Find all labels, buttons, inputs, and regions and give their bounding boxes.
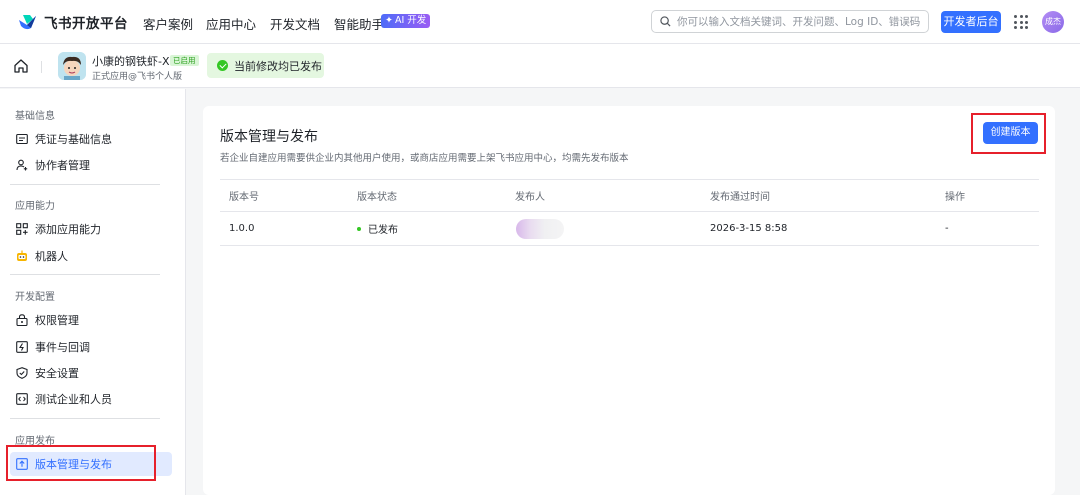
- version-table: 版本号 版本状态 发布人 发布通过时间 操作 1.0.0 已发布 2026-3-…: [220, 179, 1039, 246]
- feishu-logo[interactable]: 飞书开放平台: [18, 12, 128, 32]
- search-input[interactable]: [677, 15, 928, 28]
- event-icon: [16, 341, 28, 353]
- time-cell: 2026-3-15 8:58: [710, 223, 788, 234]
- page-title: 版本管理与发布: [220, 129, 318, 145]
- sidebar-item-label: 版本管理与发布: [35, 458, 112, 471]
- user-add-icon: [16, 159, 28, 171]
- table-header: 版本号 版本状态 发布人 发布通过时间 操作: [220, 179, 1039, 212]
- home-icon[interactable]: [13, 58, 29, 74]
- check-circle-icon: [217, 60, 228, 71]
- sidebar-item-label: 事件与回调: [35, 341, 90, 354]
- robot-icon: [17, 250, 27, 261]
- sidebar-item-label: 添加应用能力: [35, 223, 101, 236]
- sidebar-section-capabilities: 应用能力: [15, 201, 55, 212]
- user-avatar[interactable]: 成杰: [1042, 11, 1064, 33]
- column-header-version: 版本号: [229, 192, 259, 203]
- sidebar-section-basic: 基础信息: [15, 111, 55, 122]
- apps-grid-icon[interactable]: [1014, 15, 1028, 29]
- app-avatar-face-icon: [58, 52, 86, 80]
- column-header-status: 版本状态: [357, 192, 397, 203]
- sidebar-item-events[interactable]: 事件与回调: [10, 335, 172, 359]
- column-header-action: 操作: [945, 192, 965, 203]
- sidebar-item-label: 测试企业和人员: [35, 393, 112, 406]
- table-row[interactable]: 1.0.0 已发布 2026-3-15 8:58 -: [220, 212, 1039, 246]
- publisher-cell: [516, 212, 564, 245]
- nav-smart-assistant[interactable]: 智能助手: [334, 14, 384, 33]
- developer-console-button[interactable]: 开发者后台: [941, 11, 1001, 33]
- status-text: 已发布: [368, 225, 398, 236]
- sidebar-item-label: 凭证与基础信息: [35, 133, 112, 146]
- logo-text: 飞书开放平台: [44, 16, 128, 32]
- sidebar-item-security[interactable]: 安全设置: [10, 361, 172, 385]
- page-description: 若企业自建应用需要供企业内其他用户使用，或商店应用需要上架飞书应用中心，均需先发…: [220, 153, 629, 164]
- code-icon: [16, 393, 28, 405]
- action-cell: -: [945, 223, 949, 234]
- sidebar-item-label: 机器人: [35, 250, 68, 263]
- sidebar-item-add-capability[interactable]: 添加应用能力: [10, 217, 172, 241]
- sidebar-item-permissions[interactable]: 权限管理: [10, 308, 172, 332]
- sidebar-divider: [10, 418, 160, 419]
- feishu-logo-icon: [19, 15, 36, 30]
- sidebar-section-dev-config: 开发配置: [15, 292, 55, 303]
- search-icon: [660, 16, 671, 27]
- sidebar: 基础信息 凭证与基础信息 协作者管理 应用能力 添加应用能力 机器人 开发配置 …: [0, 89, 186, 495]
- apps-add-icon: [16, 223, 28, 235]
- version-management-card: 版本管理与发布 若企业自建应用需要供企业内其他用户使用，或商店应用需要上架飞书应…: [203, 106, 1055, 495]
- version-cell: 1.0.0: [229, 223, 255, 234]
- sidebar-item-collaborators[interactable]: 协作者管理: [10, 153, 172, 177]
- sidebar-divider: [10, 184, 160, 185]
- ai-dev-badge[interactable]: ✦ AI 开发: [381, 14, 431, 28]
- divider: [41, 61, 42, 73]
- search-box[interactable]: [651, 10, 929, 33]
- publisher-avatar: [516, 218, 564, 239]
- sidebar-item-label: 安全设置: [35, 367, 79, 380]
- sidebar-item-credentials[interactable]: 凭证与基础信息: [10, 127, 172, 151]
- column-header-publisher: 发布人: [515, 192, 545, 203]
- sidebar-divider: [10, 274, 160, 275]
- published-status-text: 当前修改均已发布: [234, 59, 322, 73]
- app-avatar: [58, 52, 86, 80]
- top-navigation-bar: 飞书开放平台 客户案例 应用中心 开发文档 智能助手 ✦ AI 开发 开发者后台…: [0, 0, 1080, 44]
- create-version-button[interactable]: 创建版本: [983, 122, 1038, 144]
- sidebar-item-test-enterprise[interactable]: 测试企业和人员: [10, 387, 172, 411]
- sidebar-item-label: 协作者管理: [35, 159, 90, 172]
- ai-badge-label: AI 开发: [394, 15, 427, 26]
- lock-icon: [16, 314, 28, 326]
- upload-icon: [16, 458, 28, 470]
- sidebar-item-version-management[interactable]: 版本管理与发布: [10, 452, 172, 476]
- app-name: 小康的钢铁虾-XF: [92, 55, 176, 68]
- nav-dev-docs[interactable]: 开发文档: [270, 14, 320, 33]
- app-subtitle: 正式应用@飞书个人版: [92, 72, 183, 82]
- nav-customer-cases[interactable]: 客户案例: [143, 14, 193, 33]
- sidebar-item-bot[interactable]: 机器人: [10, 244, 172, 268]
- nav-app-center[interactable]: 应用中心: [206, 14, 256, 33]
- sidebar-section-release: 应用发布: [15, 436, 55, 447]
- sparkle-icon: ✦: [385, 15, 393, 26]
- id-card-icon: [16, 133, 28, 145]
- column-header-time: 发布通过时间: [710, 192, 770, 203]
- published-status-badge: 当前修改均已发布: [207, 53, 324, 78]
- status-cell: 已发布: [357, 212, 398, 245]
- app-status-tag: 已启用: [170, 55, 199, 66]
- status-dot-icon: [357, 226, 361, 231]
- sidebar-item-label: 权限管理: [35, 314, 79, 327]
- app-header-bar: 小康的钢铁虾-XF 已启用 正式应用@飞书个人版 当前修改均已发布: [0, 44, 1080, 88]
- shield-icon: [16, 367, 28, 379]
